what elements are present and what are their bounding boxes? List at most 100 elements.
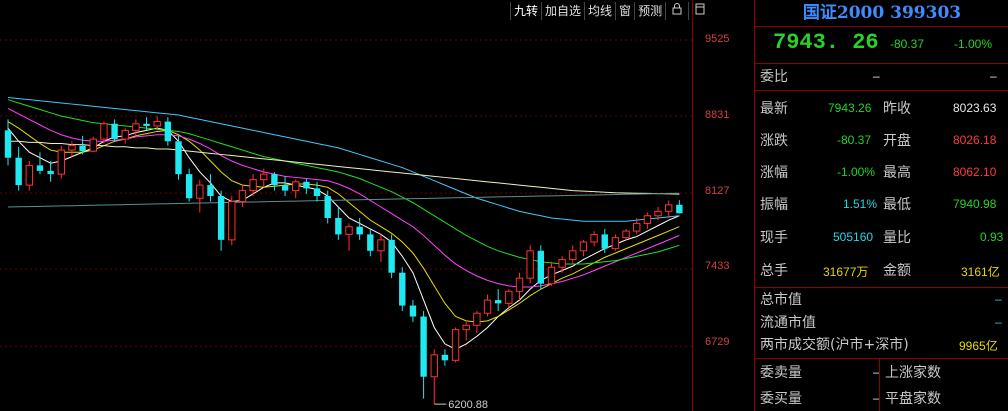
divider [879,359,880,411]
row-label: 流通市值 [760,315,816,331]
candle [303,178,310,194]
candle-body [153,121,161,127]
candle-body [569,250,577,261]
candle-body [537,250,545,284]
candle-body [238,190,247,203]
candlestick-chart[interactable]: 6200.88 [0,0,692,411]
candle [451,327,460,363]
ma-line-3 [7,99,680,265]
row-label: 委买量 [760,391,802,407]
row-value: 8062.10 [953,165,997,179]
index-title: 国证2000 399303 [802,3,962,23]
candle [515,272,524,301]
quote-row-change-pct: 涨幅 -1.00% 最高 8062.10 [755,162,1008,184]
candle [238,185,247,208]
candle-body [89,138,97,152]
candle-body [515,277,524,292]
candle-body [345,226,353,235]
candle [207,174,214,202]
candle [196,179,204,213]
candle [441,349,449,366]
candle-body [526,250,534,279]
candle [611,234,620,251]
candle-body [611,237,620,250]
candle [185,168,193,202]
candle-body [281,185,289,191]
candle-body [388,239,395,273]
candle-body [36,165,44,171]
candle [292,179,300,199]
kline-svg[interactable]: 6200.88 [0,0,692,411]
candle [121,128,129,144]
window-button[interactable]: 窗 [615,2,634,20]
row-value: 8026.18 [953,133,997,147]
candle [281,176,289,197]
row-label: 平盘家数 [885,391,941,407]
ma-line-0 [7,127,680,350]
candle-body [579,241,588,252]
divider [755,90,1008,91]
row-value: 7943.26 [828,101,872,115]
forecast-button[interactable]: 预测 [634,2,665,20]
candle-body [654,210,662,217]
candle [367,228,374,257]
lock-icon[interactable] [665,2,688,20]
candle-body [4,130,12,158]
candle-body [217,196,225,240]
candle [356,217,363,240]
quote-row-weibi: 委比 – – [755,66,1008,88]
candle [228,196,236,246]
row-value: 3161亿 [961,265,1000,279]
row-label: 昨收 [883,101,911,117]
candle-body [324,196,331,218]
row-label: 委比 [760,69,788,85]
row-value: – [990,69,997,83]
quote-row-latest: 最新 7943.26 昨收 8023.63 [755,98,1008,120]
quote-panel: 国证2000 399303 7943. 26 -80.37 -1.00% 委比 … [754,0,1008,411]
candle [68,141,76,157]
nine-turn-button[interactable]: 九转 [510,2,541,20]
row-label: 量比 [883,230,911,246]
candle-body [367,234,374,251]
row-label: 涨幅 [760,165,788,181]
row-label: 涨跌 [760,133,788,149]
candle [399,267,406,312]
price-tick: 8127 [705,185,730,197]
candle-body [377,239,385,252]
add-favorite-button[interactable]: 加自选 [541,2,584,20]
candle [111,119,118,142]
divider [755,287,1008,288]
candle [175,135,182,180]
moving-average-button[interactable]: 均线 [584,2,615,20]
divider [755,26,1008,27]
candle-body [462,324,470,331]
quote-row-current-hand: 现手 505160 量比 0.93 [755,227,1008,249]
candle [217,190,225,251]
quote-row-volume: 总手 31677万 金额 3161亿 [755,260,1008,282]
divider [755,358,1008,359]
candle-body [420,316,427,377]
candle-body [664,204,673,212]
candle-body [196,184,204,199]
row-label: 现手 [760,230,788,246]
price-tick: 8831 [705,109,730,121]
candle [537,245,545,290]
row-value: – [995,292,1002,306]
price-tick: 9525 [705,33,730,45]
candle [579,239,588,257]
bottom-row-bid: 委买量 – 平盘家数 [755,388,1008,410]
row-label: 振幅 [760,197,788,213]
candle [483,294,492,317]
candle-body [121,129,129,140]
row-label: 总手 [760,263,788,279]
candle-body [633,222,641,232]
low-annotation-label: 6200.88 [448,399,488,411]
candle [420,311,427,399]
candle [643,212,652,229]
candle [345,223,353,251]
candle [388,234,395,279]
price-change-pct: -1.00% [954,37,993,51]
candle-body [590,233,598,243]
candle [47,161,54,182]
candle-body [175,141,182,175]
